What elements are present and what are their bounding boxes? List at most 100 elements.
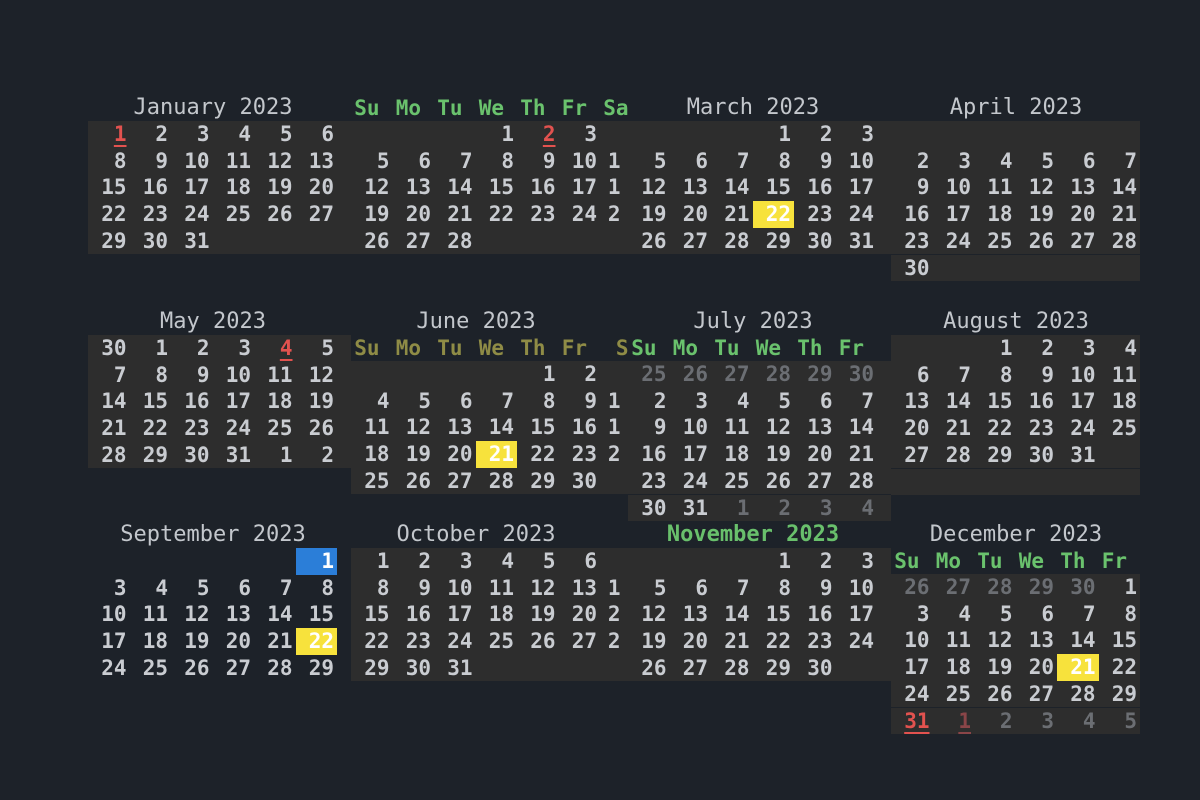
day-cell[interactable]: 16 [1016, 388, 1058, 415]
day-cell[interactable]: 29 [88, 228, 130, 255]
day-cell[interactable]: 26 [254, 201, 296, 228]
day-cell[interactable]: 6 [213, 575, 255, 602]
day-cell[interactable]: 2 [582, 601, 624, 628]
day-cell[interactable]: 27 [434, 468, 476, 495]
day-cell[interactable]: 30 [130, 228, 172, 255]
day-cell[interactable]: 8 [753, 575, 795, 602]
day-cell[interactable]: 13 [213, 601, 255, 628]
day-cell[interactable]: 6 [296, 121, 338, 148]
day-cell[interactable]: 23 [1016, 415, 1058, 442]
day-cell[interactable]: 29 [753, 655, 795, 682]
day-cell[interactable]: 7 [1099, 148, 1141, 175]
day-cell[interactable]: 1 [582, 388, 624, 415]
day-cell[interactable]: 4 [351, 388, 393, 415]
day-cell[interactable]: 9 [1016, 362, 1058, 389]
day-cell[interactable]: 4 [476, 548, 518, 575]
day-cell[interactable]: 1 [351, 548, 393, 575]
day-cell[interactable]: 3 [213, 335, 255, 362]
day-cell[interactable]: 8 [130, 362, 172, 389]
day-cell[interactable]: 11 [1099, 362, 1141, 389]
day-cell[interactable]: 8 [476, 148, 518, 175]
day-cell[interactable]: 31 [670, 495, 712, 522]
day-cell[interactable]: 20 [670, 628, 712, 655]
day-cell[interactable]: 3 [836, 548, 878, 575]
day-cell[interactable]: 29 [296, 655, 338, 682]
day-cell[interactable]: 13 [296, 148, 338, 175]
day-cell[interactable]: 17 [836, 601, 878, 628]
day-cell[interactable]: 24 [836, 628, 878, 655]
day-cell[interactable]: 22 [1099, 654, 1141, 681]
day-cell[interactable]: 2 [628, 388, 670, 415]
day-cell[interactable]: 2 [753, 495, 795, 522]
day-cell[interactable]: 15 [753, 174, 795, 201]
day-cell[interactable]: 26 [517, 628, 559, 655]
day-cell[interactable]: 1 [295, 548, 337, 575]
day-cell[interactable]: 22 [974, 415, 1016, 442]
day-cell[interactable]: 26 [670, 361, 712, 388]
day-cell[interactable]: 30 [393, 655, 435, 682]
day-cell[interactable]: 25 [213, 201, 255, 228]
day-cell[interactable]: 10 [836, 148, 878, 175]
day-cell[interactable]: 30 [836, 361, 878, 388]
day-cell[interactable]: 30 [794, 655, 836, 682]
day-cell[interactable]: 20 [213, 628, 255, 655]
day-cell[interactable]: 27 [1057, 228, 1099, 255]
day-cell[interactable]: 4 [933, 601, 975, 628]
day-cell[interactable]: 20 [670, 201, 712, 228]
day-cell[interactable]: 28 [1057, 681, 1099, 708]
day-cell[interactable]: 18 [351, 441, 393, 468]
day-cell[interactable]: 4 [711, 388, 753, 415]
day-cell[interactable]: 19 [517, 601, 559, 628]
day-cell[interactable]: 17 [171, 174, 213, 201]
day-cell[interactable]: 23 [517, 201, 559, 228]
day-cell[interactable]: 22 [88, 201, 130, 228]
day-cell[interactable]: 18 [213, 174, 255, 201]
day-cell[interactable]: 25 [933, 681, 975, 708]
day-cell[interactable]: 3 [171, 121, 213, 148]
day-cell[interactable]: 3 [1016, 708, 1058, 735]
day-cell[interactable]: 2 [891, 148, 933, 175]
day-cell[interactable]: 13 [1057, 174, 1099, 201]
day-cell[interactable]: 21 [933, 415, 975, 442]
day-cell[interactable]: 4 [213, 121, 255, 148]
day-cell[interactable]: 29 [753, 228, 795, 255]
day-cell[interactable]: 26 [171, 655, 213, 682]
day-cell[interactable]: 30 [171, 442, 213, 469]
day-cell[interactable]: 19 [171, 628, 213, 655]
day-cell[interactable]: 9 [517, 148, 559, 175]
day-cell[interactable]: 5 [254, 121, 296, 148]
day-cell[interactable]: 12 [351, 174, 393, 201]
day-cell[interactable]: 4 [254, 335, 296, 362]
day-cell[interactable]: 27 [213, 655, 255, 682]
day-cell[interactable]: 15 [476, 174, 518, 201]
day-cell[interactable]: 28 [711, 655, 753, 682]
day-cell[interactable]: 1 [582, 148, 624, 175]
day-cell[interactable]: 15 [753, 601, 795, 628]
day-cell[interactable]: 18 [1099, 388, 1141, 415]
day-cell[interactable]: 29 [351, 655, 393, 682]
day-cell[interactable]: 13 [670, 601, 712, 628]
day-cell[interactable]: 17 [836, 174, 878, 201]
day-cell[interactable]: 18 [933, 654, 975, 681]
day-cell[interactable]: 8 [296, 575, 338, 602]
day-cell[interactable]: 11 [974, 174, 1016, 201]
day-cell[interactable]: 9 [794, 148, 836, 175]
day-cell[interactable]: 7 [711, 575, 753, 602]
day-cell[interactable]: 1 [753, 121, 795, 148]
day-cell[interactable]: 2 [130, 121, 172, 148]
day-cell[interactable]: 2 [794, 548, 836, 575]
day-cell[interactable]: 1 [711, 495, 753, 522]
day-cell[interactable]: 27 [711, 361, 753, 388]
day-cell[interactable]: 13 [794, 414, 836, 441]
day-cell[interactable]: 1 [1099, 574, 1141, 601]
day-cell[interactable]: 12 [974, 627, 1016, 654]
day-cell[interactable]: 18 [130, 628, 172, 655]
day-cell[interactable]: 3 [891, 601, 933, 628]
day-cell[interactable]: 25 [254, 415, 296, 442]
day-cell[interactable]: 24 [1057, 415, 1099, 442]
day-cell[interactable]: 5 [753, 388, 795, 415]
day-cell[interactable]: 14 [1099, 174, 1141, 201]
day-cell[interactable]: 23 [130, 201, 172, 228]
day-cell[interactable]: 26 [891, 574, 933, 601]
day-cell[interactable]: 12 [628, 601, 670, 628]
